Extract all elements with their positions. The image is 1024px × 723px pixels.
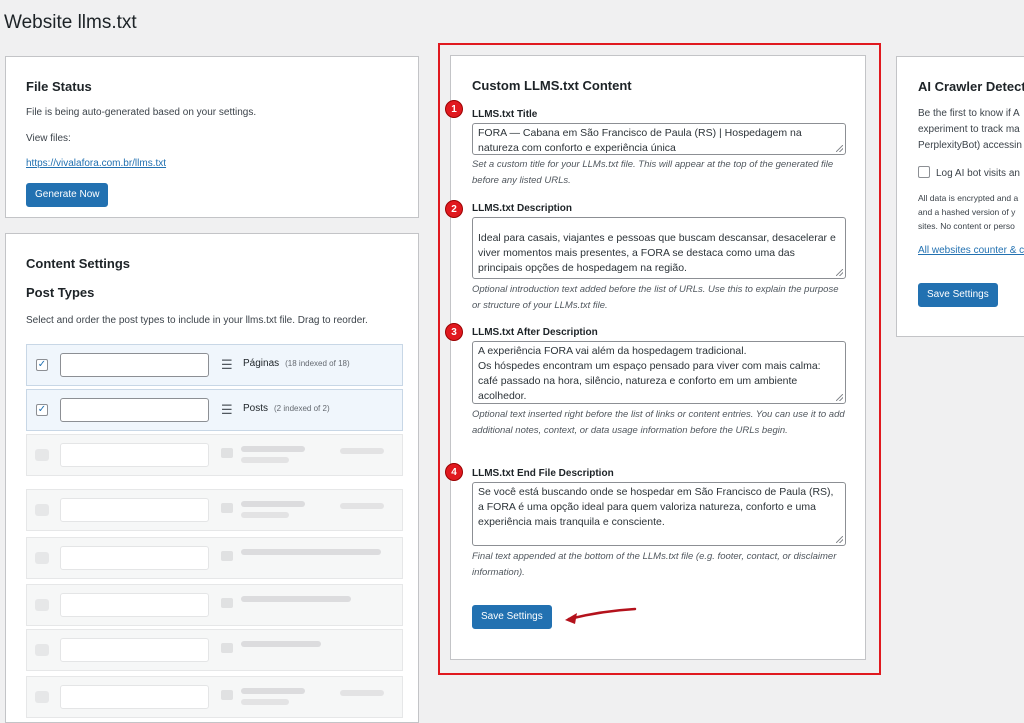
post-types-title: Post Types — [26, 285, 95, 300]
drag-handle-icon[interactable]: ☰ — [221, 402, 233, 418]
page-title: Website llms.txt — [4, 12, 137, 33]
custom-content-card: Custom LLMS.txt Content 1 LLMS.txt Title… — [445, 55, 866, 660]
ai-crawler-description: Be the first to know if A experiment to … — [918, 108, 1022, 151]
post-type-count: (18 indexed of 18) — [285, 359, 350, 368]
resize-grip-icon[interactable] — [836, 536, 843, 543]
title-field-label: LLMS.txt Title — [472, 109, 538, 120]
log-bots-option[interactable]: Log AI bot visits an — [918, 166, 1024, 179]
step-badge-2: 2 — [445, 200, 463, 218]
ai-crawler-card: AI Crawler Detect Be the first to know i… — [896, 56, 1024, 337]
post-type-row-paginas[interactable]: ✓ ☰ Páginas (18 indexed of 18) — [26, 344, 403, 386]
step-badge-3: 3 — [445, 323, 463, 341]
content-settings-card: Content Settings Post Types Select and o… — [5, 233, 419, 723]
after-description-field-label: LLMS.txt After Description — [472, 327, 598, 338]
step-badge-1: 1 — [445, 100, 463, 118]
custom-content-title: Custom LLMS.txt Content — [472, 78, 632, 93]
ai-crawler-privacy-text: All data is encrypted and a and a hashed… — [918, 193, 1019, 231]
description-field-label: LLMS.txt Description — [472, 203, 573, 214]
after-description-line-1: A experiência FORA vai além da hospedage… — [478, 345, 747, 357]
llms-file-link[interactable]: https://vivalafora.com.br/llms.txt — [26, 158, 166, 169]
log-bots-label: Log AI bot visits an — [936, 168, 1020, 179]
generate-now-button[interactable]: Generate Now — [26, 183, 109, 207]
blurred-post-type-row — [26, 489, 403, 531]
ai-crawler-title: AI Crawler Detect — [918, 79, 1024, 94]
drag-handle-icon[interactable]: ☰ — [221, 357, 233, 373]
post-type-order-input[interactable] — [60, 398, 209, 422]
resize-grip-icon[interactable] — [836, 269, 843, 276]
file-status-title: File Status — [26, 79, 92, 94]
post-type-count: (2 indexed of 2) — [274, 404, 330, 413]
file-status-card: File Status File is being auto-generated… — [5, 56, 419, 218]
log-bots-checkbox[interactable] — [918, 166, 930, 178]
post-type-checkbox[interactable]: ✓ — [36, 359, 48, 371]
ai-save-settings-button[interactable]: Save Settings — [918, 283, 998, 307]
end-file-field-label: LLMS.txt End File Description — [472, 468, 614, 479]
post-type-name: Páginas — [243, 358, 280, 369]
description-textarea-value: Ideal para casais, viajantes e pessoas q… — [478, 232, 836, 274]
blurred-post-type-row — [26, 676, 403, 718]
post-type-name: Posts — [243, 403, 269, 414]
title-textarea-value: FORA — Cabana em São Francisco de Paula … — [478, 127, 802, 154]
description-textarea[interactable]: Ideal para casais, viajantes e pessoas q… — [472, 217, 846, 279]
step-badge-4: 4 — [445, 463, 463, 481]
content-settings-title: Content Settings — [26, 256, 130, 271]
after-description-textarea[interactable]: A experiência FORA vai além da hospedage… — [472, 341, 846, 404]
save-settings-button[interactable]: Save Settings — [472, 605, 552, 629]
blurred-post-type-row — [26, 537, 403, 579]
resize-grip-icon[interactable] — [836, 145, 843, 152]
blurred-post-type-row — [26, 434, 403, 476]
view-files-label: View files: — [26, 133, 71, 144]
after-description-help-text: Optional text inserted right before the … — [472, 409, 845, 436]
all-websites-counter-link[interactable]: All websites counter & c — [918, 245, 1024, 256]
auto-generated-text: File is being auto-generated based on yo… — [26, 107, 257, 118]
pointer-arrow-icon — [565, 607, 637, 624]
blurred-post-type-row — [26, 584, 403, 626]
post-type-checkbox[interactable]: ✓ — [36, 404, 48, 416]
title-help-text: Set a custom title for your LLMs.txt fil… — [472, 159, 834, 186]
title-textarea[interactable]: FORA — Cabana em São Francisco de Paula … — [472, 123, 846, 155]
end-file-help-text: Final text appended at the bottom of the… — [472, 551, 837, 578]
post-type-row-posts[interactable]: ✓ ☰ Posts (2 indexed of 2) — [26, 389, 403, 431]
post-types-description: Select and order the post types to inclu… — [26, 315, 368, 326]
post-type-order-input[interactable] — [60, 353, 209, 377]
end-file-textarea-value: Se você está buscando onde se hospedar e… — [478, 486, 834, 528]
end-file-textarea[interactable]: Se você está buscando onde se hospedar e… — [472, 482, 846, 546]
blurred-post-type-row — [26, 629, 403, 671]
after-description-line-2: Os hóspedes encontram um espaço pensado … — [478, 360, 821, 402]
resize-grip-icon[interactable] — [836, 394, 843, 401]
description-help-text: Optional introduction text added before … — [472, 284, 839, 311]
